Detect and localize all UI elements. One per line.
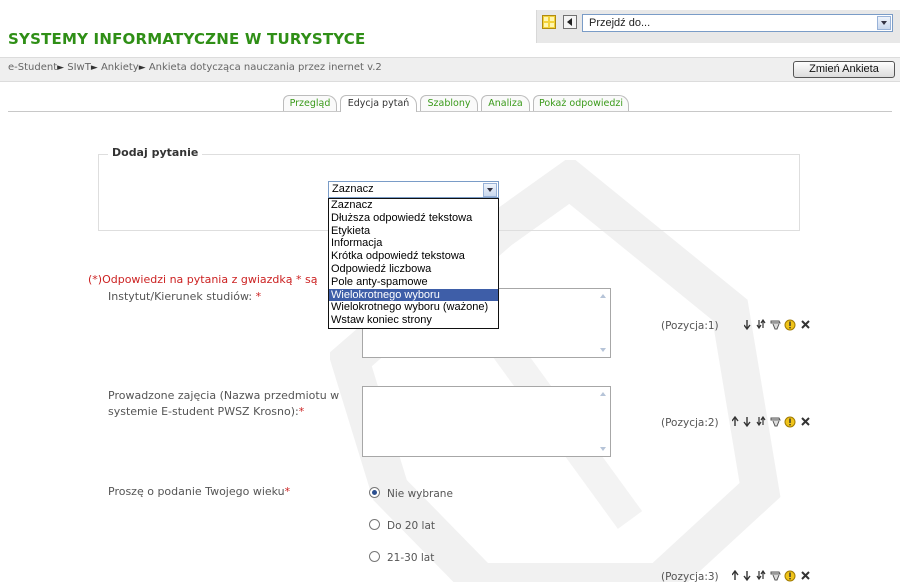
dropdown-option[interactable]: Wstaw koniec strony bbox=[329, 314, 498, 327]
required-toggle-icon[interactable] bbox=[784, 319, 796, 331]
jump-to-select[interactable]: Przejdź do... bbox=[582, 14, 893, 32]
dropdown-option[interactable]: Krótka odpowiedź tekstowa bbox=[329, 250, 498, 263]
dropdown-option[interactable]: Pole anty-spamowe bbox=[329, 276, 498, 289]
radio-button[interactable] bbox=[369, 519, 380, 530]
question-type-select[interactable]: Zaznacz bbox=[328, 181, 499, 198]
add-question-legend: Dodaj pytanie bbox=[108, 146, 203, 159]
required-star: * bbox=[255, 290, 262, 303]
required-notice: (*)Odpowiedzi na pytania z gwiazdką * są bbox=[88, 273, 318, 286]
age-option-21-30[interactable]: 21-30 lat bbox=[369, 551, 434, 565]
scroll-down-icon[interactable] bbox=[598, 444, 608, 454]
question-1-text: Instytut/Kierunek studiów: bbox=[108, 290, 253, 303]
dropdown-option[interactable]: Wielokrotnego wyboru (ważone) bbox=[329, 301, 498, 314]
tab-show-responses[interactable]: Pokaż odpowiedzi bbox=[533, 95, 629, 111]
radio-label: Do 20 lat bbox=[387, 520, 436, 532]
back-arrow-icon[interactable] bbox=[563, 15, 577, 29]
tab-edit-questions[interactable]: Edycja pytań bbox=[340, 95, 417, 112]
question-2-text-line1: Prowadzone zajęcia (Nazwa przedmiotu w bbox=[108, 389, 340, 402]
radio-label: 21-30 lat bbox=[387, 552, 435, 564]
question-type-value: Zaznacz bbox=[332, 183, 374, 195]
radio-button[interactable] bbox=[369, 551, 380, 562]
required-toggle-icon[interactable] bbox=[784, 416, 796, 428]
breadcrumb-item: Ankieta dotycząca nauczania przez inerne… bbox=[148, 62, 382, 73]
dropdown-option[interactable]: Dłuższa odpowiedź tekstowa bbox=[329, 212, 498, 225]
breadcrumb-item[interactable]: Ankiety bbox=[101, 62, 139, 73]
required-toggle-icon[interactable] bbox=[784, 570, 796, 582]
dropdown-option[interactable]: Zaznacz bbox=[329, 199, 498, 212]
move-up-icon[interactable] bbox=[732, 416, 739, 426]
question-3-position: (Pozycja:3) bbox=[661, 571, 719, 583]
question-3-text: Proszę o podanie Twojego wieku bbox=[108, 485, 285, 498]
chevron-down-icon[interactable] bbox=[877, 16, 891, 30]
move-to-icon[interactable] bbox=[756, 416, 766, 427]
tab-bar-line bbox=[8, 111, 892, 112]
breadcrumb-separator: ► bbox=[90, 63, 98, 73]
site-title: SYSTEMY INFORMATYCZNE W TURYSTYCE bbox=[8, 30, 366, 48]
breadcrumb-separator: ► bbox=[138, 63, 146, 73]
question-type-dropdown: Zaznacz Dłuższa odpowiedź tekstowa Etyki… bbox=[328, 198, 499, 329]
scroll-up-icon[interactable] bbox=[598, 291, 608, 301]
scroll-up-icon[interactable] bbox=[598, 389, 608, 399]
edit-icon[interactable] bbox=[770, 571, 781, 581]
age-option-not-selected[interactable]: Nie wybrane bbox=[369, 487, 453, 501]
edit-icon[interactable] bbox=[770, 320, 781, 330]
required-star: * bbox=[284, 485, 291, 498]
tab-templates[interactable]: Szablony bbox=[420, 95, 478, 111]
question-1-label: Instytut/Kierunek studiów: * bbox=[108, 289, 261, 305]
move-down-icon[interactable] bbox=[743, 571, 751, 582]
question-2-text-line2: systemie E-student PWSZ Krosno): bbox=[108, 405, 299, 418]
age-option-under-20[interactable]: Do 20 lat bbox=[369, 519, 435, 533]
radio-button[interactable] bbox=[369, 487, 380, 498]
tab-overview[interactable]: Przegląd bbox=[283, 95, 337, 111]
dropdown-option[interactable]: Odpowiedź liczbowa bbox=[329, 263, 498, 276]
chevron-down-icon[interactable] bbox=[483, 183, 497, 197]
dropdown-option[interactable]: Etykieta bbox=[329, 225, 498, 238]
move-to-icon[interactable] bbox=[756, 570, 766, 581]
question-1-actions bbox=[744, 319, 810, 331]
scroll-down-icon[interactable] bbox=[598, 345, 608, 355]
breadcrumb: e-Student► SIwT► Ankiety► Ankieta dotycz… bbox=[8, 62, 382, 73]
move-down-icon[interactable] bbox=[744, 320, 751, 331]
dropdown-option-highlighted[interactable]: Wielokrotnego wyboru bbox=[329, 288, 498, 302]
question-2-label: Prowadzone zajęcia (Nazwa przedmiotu w s… bbox=[108, 388, 339, 420]
question-2-position: (Pozycja:2) bbox=[661, 417, 719, 429]
dropdown-option[interactable]: Informacja bbox=[329, 237, 498, 250]
change-survey-button[interactable]: Zmień Ankieta bbox=[793, 61, 895, 78]
question-2-actions bbox=[732, 416, 810, 428]
breadcrumb-item[interactable]: e-Student bbox=[8, 62, 57, 73]
delete-icon[interactable] bbox=[801, 320, 810, 329]
edit-icon[interactable] bbox=[770, 417, 781, 427]
breadcrumb-separator: ► bbox=[57, 63, 65, 73]
move-to-icon[interactable] bbox=[756, 319, 766, 330]
question-3-actions bbox=[732, 570, 810, 582]
jump-to-value: Przejdź do... bbox=[589, 17, 651, 29]
breadcrumb-item[interactable]: SIwT bbox=[67, 62, 91, 73]
tab-analysis[interactable]: Analiza bbox=[481, 95, 530, 111]
required-star: * bbox=[298, 405, 305, 418]
delete-icon[interactable] bbox=[801, 571, 810, 580]
question-1-position: (Pozycja:1) bbox=[661, 320, 719, 332]
question-2-textarea[interactable] bbox=[362, 386, 611, 457]
move-up-icon[interactable] bbox=[732, 570, 739, 580]
block-toggle-icon[interactable] bbox=[542, 15, 556, 29]
question-3-label: Proszę o podanie Twojego wieku* bbox=[108, 484, 290, 500]
radio-label: Nie wybrane bbox=[387, 488, 453, 500]
move-down-icon[interactable] bbox=[743, 417, 751, 428]
delete-icon[interactable] bbox=[801, 417, 810, 426]
